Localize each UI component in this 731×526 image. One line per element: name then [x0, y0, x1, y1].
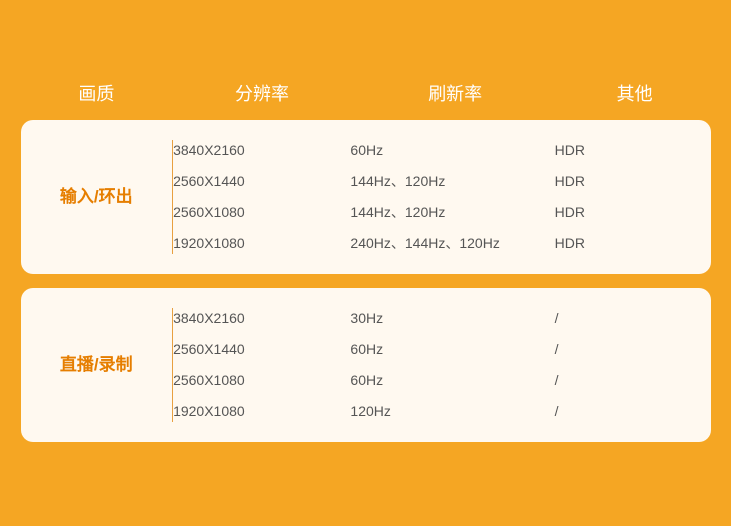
ref-1-1: 144Hz、120Hz [350, 171, 554, 192]
oth-2-0: / [555, 308, 711, 329]
ref-2-1: 60Hz [350, 339, 554, 360]
header-refresh: 刷新率 [352, 80, 559, 106]
res-2-3: 1920X1080 [173, 401, 350, 422]
other-col-2: / / / / [555, 308, 711, 422]
section-label-live-record: 直播/录制 [21, 353, 173, 377]
ref-1-2: 144Hz、120Hz [350, 202, 554, 223]
oth-2-2: / [555, 370, 711, 391]
header-quality: 画质 [21, 80, 173, 106]
res-2-0: 3840X2160 [173, 308, 350, 329]
table-header: 画质 分辨率 刷新率 其他 [21, 70, 711, 120]
res-1-0: 3840X2160 [173, 140, 350, 161]
refresh-col-1: 60Hz 144Hz、120Hz 144Hz、120Hz 240Hz、144Hz… [350, 140, 554, 254]
oth-2-1: / [555, 339, 711, 360]
section-label-input-output: 输入/环出 [21, 185, 173, 209]
refresh-col-2: 30Hz 60Hz 60Hz 120Hz [350, 308, 554, 422]
res-1-1: 2560X1440 [173, 171, 350, 192]
section-live-record: 直播/录制 3840X2160 2560X1440 2560X1080 1920… [21, 288, 711, 442]
section-input-output: 输入/环出 3840X2160 2560X1440 2560X1080 1920… [21, 120, 711, 274]
other-col-1: HDR HDR HDR HDR [555, 140, 711, 254]
res-1-2: 2560X1080 [173, 202, 350, 223]
section-data-input-output: 3840X2160 2560X1440 2560X1080 1920X1080 … [173, 140, 710, 254]
ref-2-3: 120Hz [350, 401, 554, 422]
res-2-2: 2560X1080 [173, 370, 350, 391]
res-2-1: 2560X1440 [173, 339, 350, 360]
main-table: 画质 分辨率 刷新率 其他 输入/环出 3840X2160 2560X1440 … [21, 70, 711, 456]
oth-2-3: / [555, 401, 711, 422]
oth-1-3: HDR [555, 233, 711, 254]
oth-1-0: HDR [555, 140, 711, 161]
resolution-col-2: 3840X2160 2560X1440 2560X1080 1920X1080 [173, 308, 350, 422]
header-other: 其他 [559, 80, 711, 106]
ref-2-2: 60Hz [350, 370, 554, 391]
oth-1-1: HDR [555, 171, 711, 192]
ref-1-0: 60Hz [350, 140, 554, 161]
res-1-3: 1920X1080 [173, 233, 350, 254]
header-resolution: 分辨率 [172, 80, 351, 106]
resolution-col-1: 3840X2160 2560X1440 2560X1080 1920X1080 [173, 140, 350, 254]
ref-2-0: 30Hz [350, 308, 554, 329]
oth-1-2: HDR [555, 202, 711, 223]
section-data-live-record: 3840X2160 2560X1440 2560X1080 1920X1080 … [173, 308, 710, 422]
ref-1-3: 240Hz、144Hz、120Hz [350, 233, 554, 254]
